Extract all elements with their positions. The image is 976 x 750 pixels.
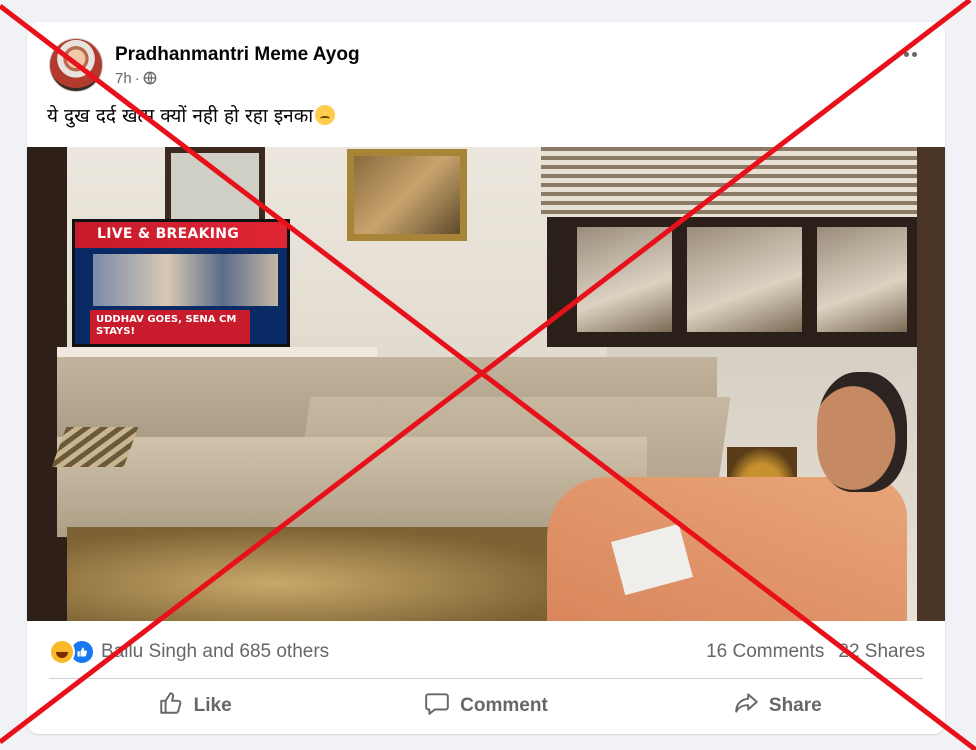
seated-man xyxy=(547,477,907,621)
reactions-text[interactable]: Ballu Singh and 685 others xyxy=(101,641,329,663)
post-meta: Pradhanmantri Meme Ayog 7h · xyxy=(115,44,360,87)
avatar[interactable] xyxy=(49,38,103,92)
shares-count[interactable]: 22 Shares xyxy=(838,641,925,663)
post-actions: Like Comment Share xyxy=(49,684,923,728)
like-button[interactable]: Like xyxy=(49,684,340,728)
divider xyxy=(49,678,923,679)
more-options-icon[interactable] xyxy=(896,52,917,57)
door-frame-right xyxy=(917,147,945,621)
window-pane xyxy=(817,227,907,332)
thumbs-up-icon xyxy=(158,690,184,722)
window-pane xyxy=(687,227,802,332)
share-label: Share xyxy=(768,695,822,716)
post-header: Pradhanmantri Meme Ayog 7h · xyxy=(49,38,360,92)
engagement-counts: 16 Comments 22 Shares xyxy=(706,641,925,663)
post-caption: ये दुख दर्द खत्म क्यों नही हो रहा इनका xyxy=(47,102,336,128)
like-label: Like xyxy=(193,695,232,716)
share-button[interactable]: Share xyxy=(632,684,923,728)
comment-label: Comment xyxy=(460,695,548,716)
post-stats: Ballu Singh and 685 others 16 Comments 2… xyxy=(49,638,925,666)
post-image[interactable]: LIVE & BREAKING UDDHAV GOES, SENA CM STA… xyxy=(27,147,945,621)
man-head xyxy=(817,372,907,492)
reactions-summary[interactable]: Ballu Singh and 685 others xyxy=(49,639,329,665)
share-arrow-icon xyxy=(733,690,759,722)
globe-icon xyxy=(143,71,157,85)
window-pane xyxy=(577,227,672,332)
haha-icon xyxy=(49,639,75,665)
author-name[interactable]: Pradhanmantri Meme Ayog xyxy=(115,44,360,66)
television: LIVE & BREAKING UDDHAV GOES, SENA CM STA… xyxy=(72,219,290,347)
window-blinds xyxy=(541,147,917,217)
comment-button[interactable]: Comment xyxy=(340,684,631,728)
tv-header-text: LIVE & BREAKING xyxy=(97,226,240,242)
cushion xyxy=(51,427,139,467)
disappointed-face-emoji-icon xyxy=(315,105,336,125)
separator: · xyxy=(134,69,140,87)
post-subline: 7h · xyxy=(115,70,360,87)
tv-ticker-text: UDDHAV GOES, SENA CM STAYS! xyxy=(90,310,250,344)
post-card: Pradhanmantri Meme Ayog 7h · ये दुख दर्द… xyxy=(27,22,945,734)
tv-shelf xyxy=(57,347,377,357)
tv-picture xyxy=(93,254,278,306)
comment-bubble-icon xyxy=(424,690,450,722)
window xyxy=(547,217,917,347)
post-time[interactable]: 7h xyxy=(115,70,132,87)
wall-painting xyxy=(347,149,467,241)
comments-count[interactable]: 16 Comments xyxy=(706,641,824,663)
tv-screen: LIVE & BREAKING UDDHAV GOES, SENA CM STA… xyxy=(75,222,287,344)
rug xyxy=(67,527,587,621)
caption-text: ये दुख दर्द खत्म क्यों नही हो रहा इनका xyxy=(47,105,314,127)
